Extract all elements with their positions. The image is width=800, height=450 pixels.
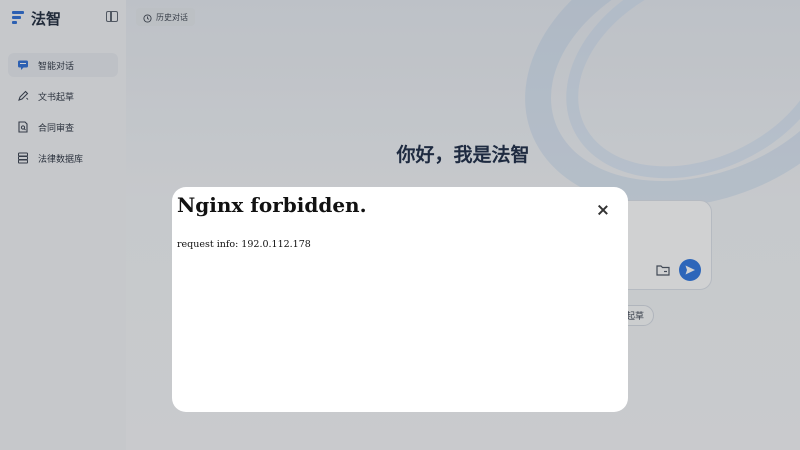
close-icon[interactable] <box>596 203 610 217</box>
error-dialog: Nginx forbidden. request info: 192.0.112… <box>172 187 628 412</box>
request-info-text: request info: 192.0.112.178 <box>177 239 311 250</box>
dialog-title: Nginx forbidden. <box>177 193 367 217</box>
